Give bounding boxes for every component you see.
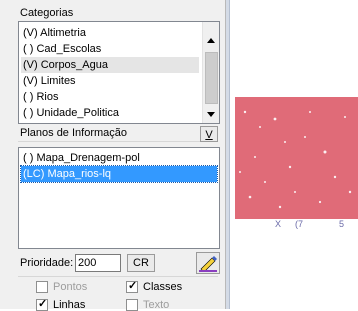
planos-list[interactable]: ( ) Mapa_Drenagem-pol (LC) Mapa_rios-lq xyxy=(18,147,220,249)
categoria-item-rios[interactable]: ( ) Rios xyxy=(21,89,199,105)
layer-panel: Categorias (V) Altimetria ( ) Cad_Escola… xyxy=(0,0,226,311)
plano-item-drenagem[interactable]: ( ) Mapa_Drenagem-pol xyxy=(21,150,217,166)
map-canvas[interactable]: X (7 5 xyxy=(235,97,358,229)
categoria-item-cad-escolas[interactable]: ( ) Cad_Escolas xyxy=(21,41,199,57)
scroll-down-arrow-icon[interactable] xyxy=(207,112,215,117)
scroll-thumb[interactable] xyxy=(205,52,218,104)
map-label-x: X xyxy=(275,219,281,229)
categoria-item-corpos-agua[interactable]: (V) Corpos_Agua xyxy=(21,57,199,73)
map-label-5: 5 xyxy=(339,219,344,229)
color-edit-button[interactable] xyxy=(196,252,220,274)
categorias-title: Categorias xyxy=(20,7,74,19)
planos-title: Planos de Informação xyxy=(20,127,128,139)
map-polygon xyxy=(235,97,358,219)
categoria-item-limites[interactable]: (V) Limites xyxy=(21,73,199,89)
planos-header: Planos de Informação xyxy=(18,126,218,142)
cr-button[interactable]: CR xyxy=(127,254,155,272)
prioridade-input[interactable]: 200 xyxy=(75,254,121,272)
scroll-up-arrow-icon[interactable] xyxy=(207,38,215,43)
categorias-scrollbar[interactable] xyxy=(202,22,219,123)
display-options: Pontos Classes Linhas Texto xyxy=(18,276,218,311)
categoria-item-unidade-politica[interactable]: ( ) Unidade_Politica xyxy=(21,105,199,121)
plano-item-rios[interactable]: (LC) Mapa_rios-lq xyxy=(20,165,218,183)
prioridade-label: Prioridade: xyxy=(20,257,74,269)
pontos-checkbox[interactable]: Pontos xyxy=(36,281,87,293)
panel-splitter[interactable] xyxy=(226,0,230,309)
map-label-7: (7 xyxy=(295,219,303,229)
categorias-list[interactable]: (V) Altimetria ( ) Cad_Escolas (V) Corpo… xyxy=(18,21,220,124)
texto-checkbox[interactable]: Texto xyxy=(126,299,169,311)
linhas-checkbox[interactable]: Linhas xyxy=(36,297,85,311)
categoria-item-altimetria[interactable]: (V) Altimetria xyxy=(21,25,199,41)
v-button[interactable]: V xyxy=(200,126,218,142)
classes-checkbox[interactable]: Classes xyxy=(126,279,182,293)
pencil-icon xyxy=(199,256,217,272)
